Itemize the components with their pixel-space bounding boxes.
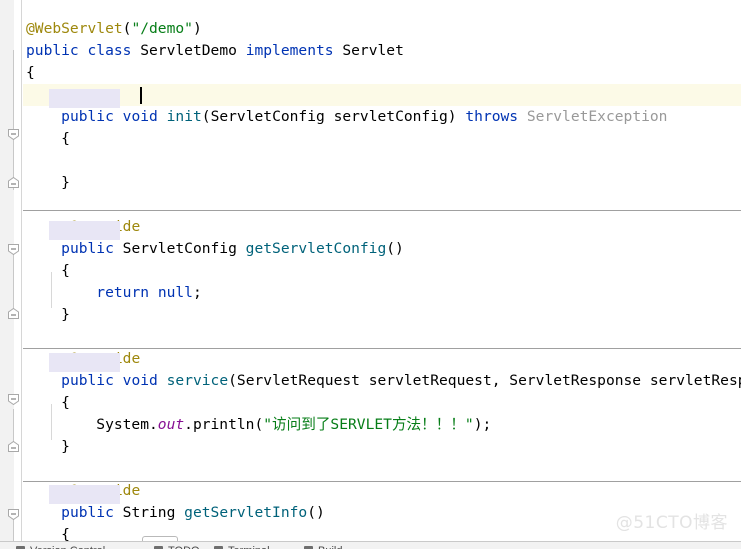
code-token: { <box>26 526 70 541</box>
code-token: (ServletConfig servletConfig) <box>201 108 466 125</box>
code-token: init <box>166 108 202 125</box>
fold-expand-icon-getservletconfig-end[interactable] <box>8 308 19 319</box>
code-token: implements <box>245 42 334 59</box>
code-token: public <box>26 42 79 59</box>
gutter-annotation-strip <box>0 0 14 541</box>
code-token: public <box>61 372 114 389</box>
code-line: public void service(ServletRequest servl… <box>26 370 741 392</box>
watermark-label: @51CTO博客 <box>615 513 728 533</box>
code-line: } <box>26 172 70 194</box>
code-token: { <box>26 64 35 81</box>
code-token: ServletConfig <box>113 240 246 257</box>
code-token: throws <box>465 108 519 125</box>
code-line: } <box>26 304 70 326</box>
code-line: @WebServlet("/demo") <box>26 18 202 40</box>
indent-guide-0 <box>51 272 52 308</box>
code-line: return null; <box>26 282 202 304</box>
code-token: " <box>263 416 273 433</box>
fold-collapse-icon-getservletinfo[interactable] <box>8 509 19 520</box>
code-token: (ServletRequest servletRequest, ServletR… <box>228 372 741 389</box>
code-token: { <box>26 394 70 411</box>
code-token: @WebServlet <box>26 20 123 37</box>
code-line: public void init(ServletConfig servletCo… <box>26 106 667 128</box>
code-token: " <box>464 416 474 433</box>
code-token: Servlet <box>333 42 404 59</box>
code-token: "/demo" <box>131 20 193 37</box>
code-line: { <box>26 392 70 414</box>
code-token: 访问到了 <box>272 416 331 433</box>
code-line: public class ServletDemo implements Serv… <box>26 40 404 62</box>
code-token: System. <box>26 416 158 433</box>
code-line: } <box>26 436 70 458</box>
code-token: 方法！！！ <box>391 416 465 433</box>
code-token: { <box>26 130 70 147</box>
fold-collapse-icon-init[interactable] <box>8 129 19 140</box>
code-token: } <box>26 438 70 455</box>
code-token: ; <box>192 284 202 301</box>
editor-gutter[interactable] <box>0 0 22 541</box>
code-line: { <box>26 260 70 282</box>
fold-rail-1 <box>13 50 14 190</box>
code-line: { <box>26 524 70 541</box>
code-token: ServletException <box>526 108 668 125</box>
fold-rail-4 <box>13 518 14 541</box>
code-line: { <box>26 62 35 84</box>
text-caret <box>140 87 142 104</box>
code-token: ServletDemo <box>131 42 246 59</box>
code-token: getServletConfig <box>245 240 387 257</box>
code-token: return <box>96 284 150 301</box>
code-token: .println( <box>184 416 264 433</box>
fold-collapse-icon-getservletconfig[interactable] <box>8 244 19 255</box>
code-token: ) <box>192 20 202 37</box>
code-token: void <box>122 108 158 125</box>
code-line: System.out.println("访问到了SERVLET方法！！！"); <box>26 414 491 436</box>
annotation-highlight-2 <box>49 353 120 372</box>
fold-expand-icon-service-end[interactable] <box>8 441 19 452</box>
annotation-highlight-1 <box>49 221 120 240</box>
code-line: public ServletConfig getServletConfig() <box>26 238 404 260</box>
code-token: String <box>113 504 185 521</box>
code-token: } <box>26 174 70 191</box>
code-token: service <box>166 372 229 389</box>
code-token: null <box>157 284 193 301</box>
code-token: out <box>157 416 185 433</box>
code-line: public String getServletInfo() <box>26 502 325 524</box>
code-token: SERVLET <box>330 416 392 433</box>
indent-guide-1 <box>51 404 52 440</box>
code-token: void <box>122 372 158 389</box>
code-token: { <box>26 262 70 279</box>
code-token: public <box>61 240 114 257</box>
code-token: public <box>61 504 114 521</box>
fold-expand-icon-init-end[interactable] <box>8 177 19 188</box>
code-token: } <box>26 306 70 323</box>
code-line: { <box>26 128 70 150</box>
annotation-highlight-3 <box>49 485 120 504</box>
code-token: () <box>386 240 404 257</box>
code-token: getServletInfo <box>184 504 308 521</box>
current-line-highlight <box>23 84 741 106</box>
code-text-area[interactable]: @WebServlet("/demo") public class Servlet… <box>23 0 741 541</box>
code-token: () <box>307 504 325 521</box>
code-token: ); <box>473 416 492 433</box>
tool-window-bar[interactable]: Version ControlTODOTerminalBuild <box>0 541 741 549</box>
code-token: class <box>87 42 132 59</box>
fold-collapse-icon-service[interactable] <box>8 394 19 405</box>
code-editor-window: @WebServlet("/demo") public class Servlet… <box>0 0 741 549</box>
code-token: public <box>61 108 114 125</box>
annotation-highlight-0 <box>49 89 120 108</box>
